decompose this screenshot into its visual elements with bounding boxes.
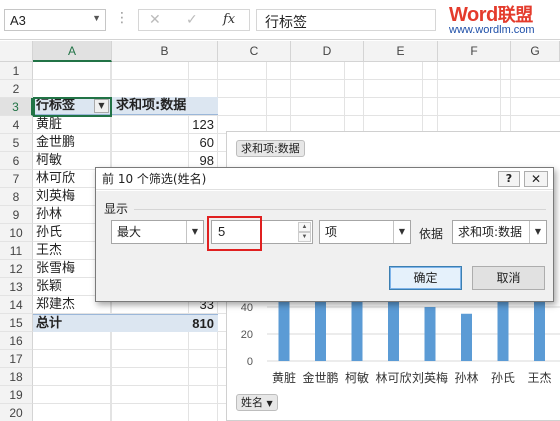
row-header-14[interactable]: 14 <box>0 296 33 314</box>
chevron-down-icon[interactable]: ▼ <box>393 221 410 243</box>
chevron-down-icon[interactable]: ▼ <box>186 221 203 243</box>
cancel-edit-icon[interactable]: ✕ <box>149 12 161 28</box>
column-header-b[interactable]: B <box>112 41 218 62</box>
row-header-9[interactable]: 9 <box>0 206 33 224</box>
name-box[interactable]: A3 ▼ <box>4 9 106 31</box>
basis-label: 依据 <box>419 227 444 241</box>
chart-axis-field-label: 姓名 <box>241 396 263 409</box>
basis-field-value: 求和项:数据 <box>458 225 523 239</box>
row-header-7[interactable]: 7 <box>0 170 33 188</box>
close-button[interactable]: ✕ <box>524 171 548 187</box>
column-header-a[interactable]: A <box>33 41 112 62</box>
formula-bar-grip: ⋮ <box>115 10 129 26</box>
insert-function-icon[interactable]: fx <box>223 12 235 27</box>
logo-brand: Word <box>449 4 498 26</box>
chevron-down-icon[interactable]: ▼ <box>92 13 101 23</box>
row-header-19[interactable]: 19 <box>0 386 33 404</box>
row-header-17[interactable]: 17 <box>0 350 33 368</box>
column-header-f[interactable]: F <box>438 41 511 62</box>
logo-url: www.wordlm.com <box>449 24 535 36</box>
pivot-total-label: 总计 <box>36 316 63 331</box>
row-header-16[interactable]: 16 <box>0 332 33 350</box>
row-header-4[interactable]: 4 <box>0 116 33 134</box>
direction-select[interactable]: 最大 ▼ <box>111 220 204 244</box>
pivot-item-value[interactable]: 123 <box>112 116 218 134</box>
chart-field-button[interactable]: 求和项:数据 <box>236 140 305 157</box>
chart-x-tick-label: 王杰 <box>527 371 551 385</box>
column-header-e[interactable]: E <box>364 41 438 62</box>
pivot-value-header[interactable]: 求和项:数据 <box>112 97 218 115</box>
pivot-item-name[interactable]: 金世鹏 <box>36 134 112 152</box>
unit-select[interactable]: 项 ▼ <box>319 220 411 244</box>
spin-up-icon[interactable]: ▲ <box>298 222 311 232</box>
row-header-13[interactable]: 13 <box>0 278 33 296</box>
formula-tools: ✕ ✓ fx <box>138 9 250 31</box>
show-section-label: 显示 <box>104 202 129 216</box>
chart-x-tick-label: 金世鹏 <box>302 370 338 385</box>
row-header-15[interactable]: 15 <box>0 314 33 332</box>
chevron-down-icon: ▼ <box>266 399 273 408</box>
select-all-corner[interactable] <box>0 41 33 62</box>
chart-x-tick-label: 刘英梅 <box>412 370 448 385</box>
help-button[interactable]: ? <box>498 171 520 187</box>
site-logo: Word联盟 www.wordlm.com <box>447 1 559 39</box>
chart-x-tick-label: 柯敏 <box>345 370 369 385</box>
confirm-edit-icon[interactable]: ✓ <box>186 12 198 28</box>
column-header-g[interactable]: G <box>511 41 560 62</box>
dialog-title[interactable]: 前 10 个筛选(姓名) <box>96 168 553 190</box>
top10-filter-dialog: 前 10 个筛选(姓名) ? ✕ 显示 最大 ▼ 5 ▲ ▼ 项 ▼ 依据 求和… <box>95 167 554 302</box>
row-header-10[interactable]: 10 <box>0 224 33 242</box>
row-header-11[interactable]: 11 <box>0 242 33 260</box>
cancel-button[interactable]: 取消 <box>472 266 545 290</box>
chart-bar[interactable] <box>424 307 436 361</box>
filter-dropdown-icon[interactable]: ▼ <box>94 99 109 113</box>
row-header-2[interactable]: 2 <box>0 80 33 98</box>
row-header-18[interactable]: 18 <box>0 368 33 386</box>
pivot-item-name[interactable]: 黄脏 <box>36 116 112 134</box>
row-header-5[interactable]: 5 <box>0 134 33 152</box>
chart-y-tick-label: 20 <box>241 329 253 341</box>
chart-x-tick-label: 孙氏 <box>491 371 515 385</box>
pivot-total-value: 810 <box>192 316 214 331</box>
pivot-item-value[interactable]: 60 <box>112 134 218 152</box>
chart-x-tick-label: 孙林 <box>454 371 478 385</box>
chart-bar[interactable] <box>388 296 399 361</box>
formula-bar: A3 ▼ ⋮ ✕ ✓ fx 行标签 Word联盟 www.wordlm.com <box>0 0 560 40</box>
chevron-down-icon[interactable]: ▼ <box>529 221 546 243</box>
chart-y-tick-label: 0 <box>247 356 253 368</box>
count-spinner[interactable]: ▲ ▼ <box>298 222 311 242</box>
chart-x-tick-label: 林可欣 <box>375 371 411 385</box>
spin-down-icon[interactable]: ▼ <box>298 232 311 242</box>
row-header-1[interactable]: 1 <box>0 62 33 80</box>
dialog-body: 显示 最大 ▼ 5 ▲ ▼ 项 ▼ 依据 求和项:数据 ▼ 确定 取消 <box>96 191 553 301</box>
basis-field-select[interactable]: 求和项:数据 ▼ <box>452 220 547 244</box>
logo-brand-cn: 联盟 <box>497 5 534 26</box>
chart-bar[interactable] <box>461 313 472 361</box>
column-header-d[interactable]: D <box>291 41 364 62</box>
row-header-8[interactable]: 8 <box>0 188 33 206</box>
name-box-value: A3 <box>10 13 26 28</box>
formula-input[interactable]: 行标签 <box>256 9 436 31</box>
chart-x-tick-label: 黄脏 <box>272 370 296 385</box>
row-header-12[interactable]: 12 <box>0 260 33 278</box>
chart-axis-field-button[interactable]: 姓名 ▼ <box>236 394 278 411</box>
chart-y-tick-label: 40 <box>241 302 253 314</box>
ok-button[interactable]: 确定 <box>389 266 462 290</box>
pivot-total-row[interactable]: 总计 810 <box>33 314 218 332</box>
row-header-20[interactable]: 20 <box>0 404 33 421</box>
direction-select-value: 最大 <box>117 225 142 239</box>
column-header-c[interactable]: C <box>218 41 291 62</box>
row-header-6[interactable]: 6 <box>0 152 33 170</box>
unit-select-value: 项 <box>325 225 338 239</box>
count-highlight-box <box>207 216 262 251</box>
section-divider <box>134 209 546 210</box>
row-header-3[interactable]: 3 <box>0 98 33 116</box>
